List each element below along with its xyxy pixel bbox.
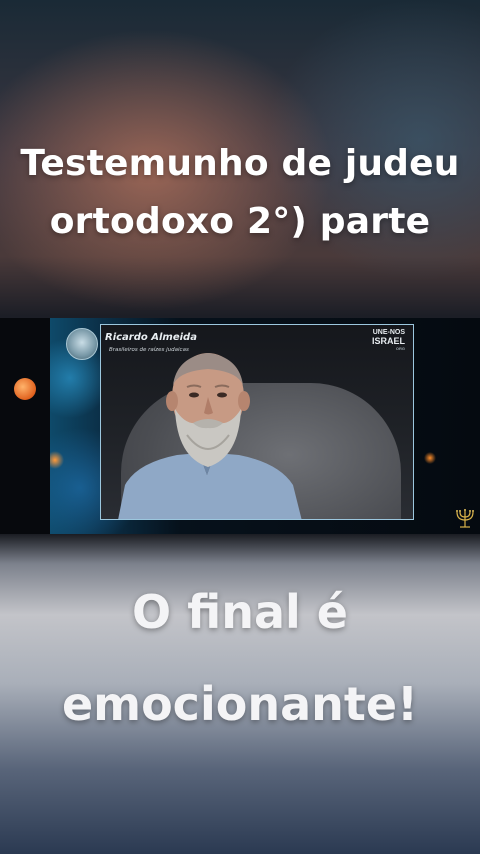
orange-orb-decoration (14, 378, 36, 400)
speaker-figure (118, 353, 302, 519)
bottom-caption-line1: O final é (132, 585, 348, 639)
bottom-caption: O final é emocionante! (0, 566, 480, 750)
speaker-subtitle: Brasileiros de raízes judaicas (109, 347, 189, 353)
top-caption-line1: Testemunho de judeu (20, 143, 460, 184)
video-screen[interactable]: Testemunho de judeu ortodoxo 2°) parte R… (0, 0, 480, 854)
bottom-caption-line2: emocionante! (61, 677, 419, 731)
logo-line-2: ISRAEL (371, 336, 405, 346)
speaker-name: Ricardo Almeida (105, 332, 197, 343)
logo-line-3: ORG (395, 346, 405, 351)
top-caption-line2: ortodoxo 2°) parte (49, 201, 431, 242)
menorah-icon (456, 509, 474, 528)
channel-logo: UNE-NOS ISRAEL ORG (372, 329, 405, 353)
speaker-video-frame: Ricardo Almeida Brasileiros de raízes ju… (100, 324, 414, 520)
embedded-video[interactable]: Ricardo Almeida Brasileiros de raízes ju… (0, 318, 480, 534)
channel-badge-icon (66, 328, 98, 360)
top-caption: Testemunho de judeu ortodoxo 2°) parte (0, 135, 480, 251)
